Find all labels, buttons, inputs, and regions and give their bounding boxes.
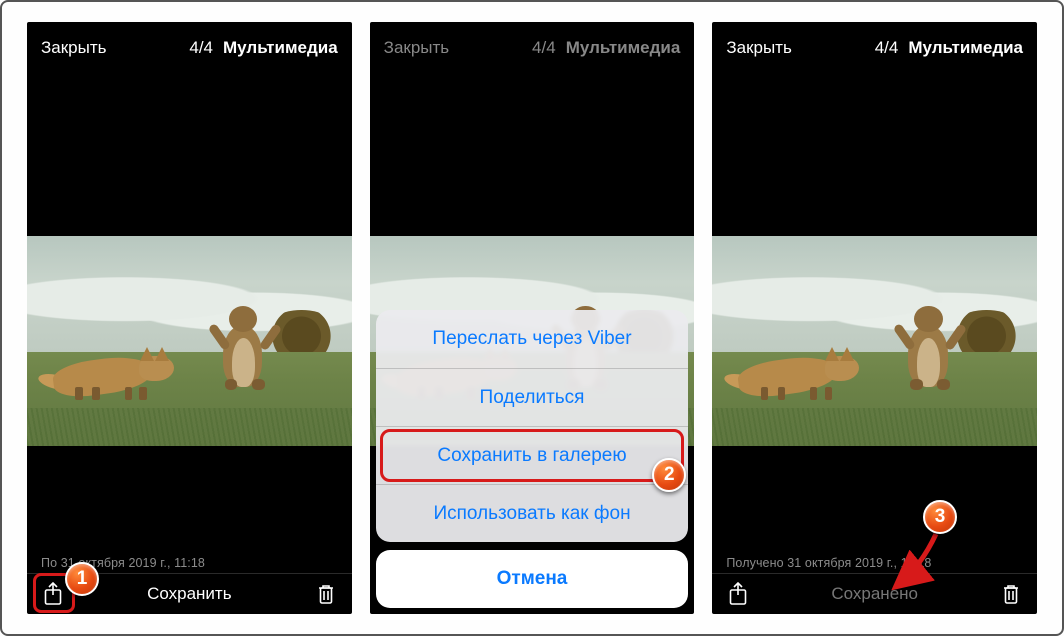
bottom-toolbar: Сохранено	[712, 574, 1037, 614]
topbar: Закрыть 4/4 Мультимедиа	[27, 22, 352, 68]
photo-area[interactable]	[712, 68, 1037, 614]
saved-label: Сохранено	[750, 584, 999, 604]
sheet-forward-viber[interactable]: Переслать через Viber	[376, 310, 689, 368]
topbar: Закрыть 4/4 Мультимедиа	[712, 22, 1037, 68]
close-button[interactable]: Закрыть	[41, 38, 106, 58]
sheet-cancel[interactable]: Отмена	[376, 550, 689, 608]
share-icon[interactable]	[726, 581, 750, 607]
screen-3-saved: Закрыть 4/4 Мультимедиа Получено 31 октя…	[712, 22, 1037, 614]
photo-area[interactable]	[27, 68, 352, 614]
save-button[interactable]: Сохранить	[65, 584, 314, 604]
photo	[27, 236, 352, 446]
photo	[712, 236, 1037, 446]
sheet-save-gallery-label: Сохранить в галерею	[437, 445, 626, 467]
action-sheet: Переслать через Viber Поделиться Сохрани…	[370, 22, 695, 614]
trash-icon[interactable]	[314, 581, 338, 607]
trash-icon[interactable]	[999, 581, 1023, 607]
screen-1-media-viewer: Закрыть 4/4 Мультимедиа По 31 октября 20…	[27, 22, 352, 614]
sheet-share[interactable]: Поделиться	[376, 368, 689, 426]
close-button[interactable]: Закрыть	[726, 38, 791, 58]
received-timestamp: Получено 31 октября 2019 г., 11:18	[726, 556, 931, 570]
annotation-badge-3: 3	[923, 500, 957, 534]
received-timestamp: По 31 октября 2019 г., 11:18	[41, 556, 205, 570]
page-counter: 4/4	[189, 38, 213, 58]
annotation-badge-1: 1	[65, 562, 99, 596]
sheet-save-gallery[interactable]: Сохранить в галерею	[376, 426, 689, 484]
multimedia-button[interactable]: Мультимедиа	[223, 38, 338, 58]
screen-2-action-sheet: Закрыть 4/4 Мультимедиа Переслать через …	[370, 22, 695, 614]
sheet-use-background[interactable]: Использовать как фон	[376, 484, 689, 542]
action-sheet-group: Переслать через Viber Поделиться Сохрани…	[376, 310, 689, 542]
multimedia-button[interactable]: Мультимедиа	[908, 38, 1023, 58]
page-counter: 4/4	[875, 38, 899, 58]
